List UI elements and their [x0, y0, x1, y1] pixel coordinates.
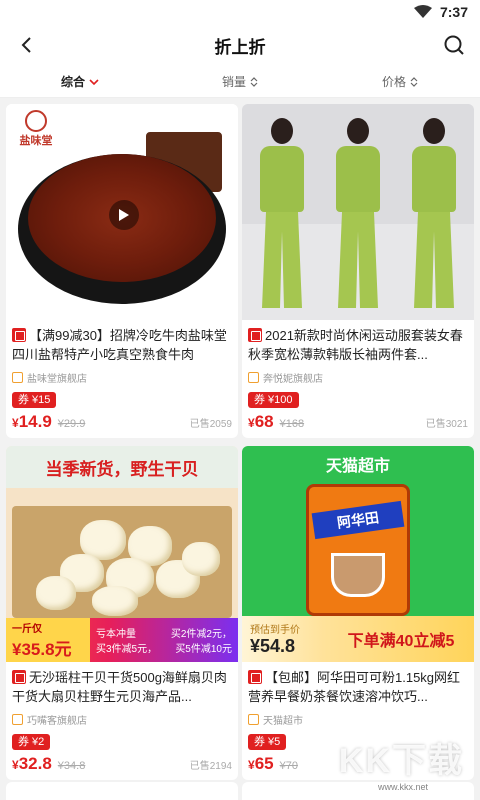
tmall-badge-icon — [12, 670, 26, 684]
image-tag: 买5件减10元 — [175, 644, 232, 655]
sort-label: 销量 — [221, 75, 246, 89]
original-price: ¥34.8 — [57, 760, 86, 772]
sort-bar: 综合 销量 价格 — [0, 66, 480, 98]
product-title[interactable]: 无沙瑶柱干贝干货500g海鲜扇贝肉干货大扇贝柱野生元贝海产品... — [12, 668, 232, 706]
image-price-bar: 预估到手价 ¥54.8 下单满40立减5 — [242, 616, 474, 662]
sort-comprehensive[interactable]: 综合 — [0, 73, 160, 90]
sort-arrows-icon — [410, 76, 418, 87]
back-arrow-icon — [21, 37, 31, 53]
product-card[interactable]: 盐味堂 【满99减30】招牌冷吃牛肉盐味堂四川盐帮特产小吃真空熟食牛肉 盐味堂旗… — [6, 104, 238, 438]
shop-name-text: 巧嘴客旗舰店 — [27, 715, 87, 727]
original-price: ¥168 — [279, 418, 305, 430]
sort-sales[interactable]: 销量 — [160, 73, 320, 90]
image-price-value: ¥35.8元 — [12, 640, 72, 659]
original-price: ¥29.9 — [57, 418, 86, 430]
shop-icon — [12, 371, 23, 383]
product-title[interactable]: 【满99减30】招牌冷吃牛肉盐味堂四川盐帮特产小吃真空熟食牛肉 — [12, 326, 232, 364]
header: 折上折 — [0, 24, 480, 66]
product-image[interactable]: 天猫超市 阿华田 预估到手价 ¥54.8 下单满40立减5 — [242, 446, 474, 662]
product-title-text: 【包邮】阿华田可可粉1.15kg网红营养早餐奶茶餐饮速溶冲饮巧... — [248, 670, 461, 704]
image-price-bar: 一斤仅 ¥35.8元 亏本冲量 买2件减2元， 买3件减5元， 买5件减10元 — [6, 618, 238, 662]
price: ¥14.9 — [12, 412, 52, 431]
tmall-badge-icon — [12, 328, 26, 342]
price-value: 65 — [254, 754, 274, 773]
coupon-badge[interactable]: 券 ¥2 — [12, 734, 51, 750]
sold-count: 已售2194 — [189, 761, 232, 772]
product-image[interactable] — [242, 104, 474, 320]
wifi-icon — [413, 5, 432, 18]
product-title-text: 无沙瑶柱干贝干货500g海鲜扇贝肉干货大扇贝柱野生元贝海产品... — [12, 670, 227, 704]
shop-name[interactable]: 巧嘴客旗舰店 — [12, 712, 232, 727]
page-title: 折上折 — [214, 37, 266, 57]
brand-logo-text: 盐味堂 — [19, 135, 53, 147]
sort-arrows-icon — [250, 76, 258, 87]
shop-name[interactable]: 奔悦妮旗舰店 — [248, 370, 468, 385]
product-card[interactable]: 2021新款时尚休闲运动服套装女春秋季宽松薄款韩版长袖两件套... 奔悦妮旗舰店… — [242, 104, 474, 438]
original-price: ¥70 — [279, 760, 298, 772]
image-promo: 下单满40立减5 — [347, 633, 455, 650]
brand-logo: 盐味堂 — [16, 110, 56, 152]
price-value: 68 — [254, 412, 274, 431]
shop-name-text: 天猫超市 — [263, 715, 303, 727]
image-price-value: ¥54.8 — [250, 636, 296, 656]
shop-icon — [248, 371, 259, 383]
image-brand: 天猫超市 — [325, 458, 390, 475]
shop-name[interactable]: 盐味堂旗舰店 — [12, 370, 232, 385]
image-price-label: 一斤仅 — [12, 624, 42, 635]
coupon-badge[interactable]: 券 ¥5 — [248, 734, 287, 750]
image-tag: 亏本冲量 — [96, 629, 136, 640]
model-figure — [332, 118, 384, 314]
sold-count: 已售3021 — [425, 419, 468, 430]
search-button[interactable] — [440, 31, 468, 59]
play-icon — [119, 209, 129, 221]
sort-price[interactable]: 价格 — [320, 73, 480, 90]
tmall-badge-icon — [248, 670, 262, 684]
shop-icon — [248, 713, 259, 725]
sort-label: 价格 — [381, 75, 406, 89]
price: ¥68 — [248, 412, 274, 431]
product-card[interactable]: 天猫超市 阿华田 预估到手价 ¥54.8 下单满40立减5 【包邮】阿华田可可粉… — [242, 446, 474, 780]
model-figure — [408, 118, 460, 314]
watermark-url: www.kkx.net — [377, 782, 428, 792]
price: ¥65 — [248, 754, 274, 773]
cocoa-can: 阿华田 — [306, 484, 410, 616]
shop-name-text: 奔悦妮旗舰店 — [263, 373, 323, 385]
shop-icon — [12, 713, 23, 725]
product-grid: 盐味堂 【满99减30】招牌冷吃牛肉盐味堂四川盐帮特产小吃真空熟食牛肉 盐味堂旗… — [0, 104, 480, 780]
status-time: 7:37 — [439, 4, 468, 20]
price-value: 14.9 — [18, 412, 52, 431]
product-card[interactable]: 当季新货，野生干贝 一斤仅 ¥35.8元 亏本冲量 买2件减2元， 买3件减5元，… — [6, 446, 238, 780]
sort-label: 综合 — [60, 75, 85, 89]
image-tag: 买2件减2元， — [170, 629, 232, 640]
product-title-text: 2021新款时尚休闲运动服套装女春秋季宽松薄款韩版长袖两件套... — [248, 328, 463, 362]
product-image[interactable]: 盐味堂 — [6, 104, 238, 320]
product-title[interactable]: 2021新款时尚休闲运动服套装女春秋季宽松薄款韩版长袖两件套... — [248, 326, 468, 364]
product-title-text: 【满99减30】招牌冷吃牛肉盐味堂四川盐帮特产小吃真空熟食牛肉 — [12, 328, 227, 362]
price-value: 32.8 — [18, 754, 52, 773]
model-figure — [256, 118, 308, 314]
can-label: 阿华田 — [311, 500, 405, 540]
back-button[interactable] — [12, 31, 40, 59]
product-title[interactable]: 【包邮】阿华田可可粉1.15kg网红营养早餐奶茶餐饮速溶冲饮巧... — [248, 668, 468, 706]
watermark: KK下载 — [338, 742, 464, 780]
sold-count: 已售2059 — [189, 419, 232, 430]
image-price-label: 预估到手价 — [250, 625, 300, 636]
shop-name[interactable]: 天猫超市 — [248, 712, 468, 727]
product-image[interactable]: 当季新货，野生干贝 一斤仅 ¥35.8元 亏本冲量 买2件减2元， 买3件减5元，… — [6, 446, 238, 662]
coupon-badge[interactable]: 券 ¥15 — [12, 392, 57, 408]
search-icon — [444, 35, 464, 55]
price: ¥32.8 — [12, 754, 52, 773]
play-video-button[interactable] — [109, 200, 139, 230]
tmall-badge-icon — [248, 328, 262, 342]
image-banner: 当季新货，野生干贝 — [6, 446, 238, 488]
shop-name-text: 盐味堂旗舰店 — [27, 373, 87, 385]
coupon-badge[interactable]: 券 ¥100 — [248, 392, 299, 408]
image-tag: 买3件减5元， — [96, 644, 158, 655]
status-bar: 7:37 — [0, 0, 480, 24]
chevron-down-icon — [89, 78, 99, 85]
